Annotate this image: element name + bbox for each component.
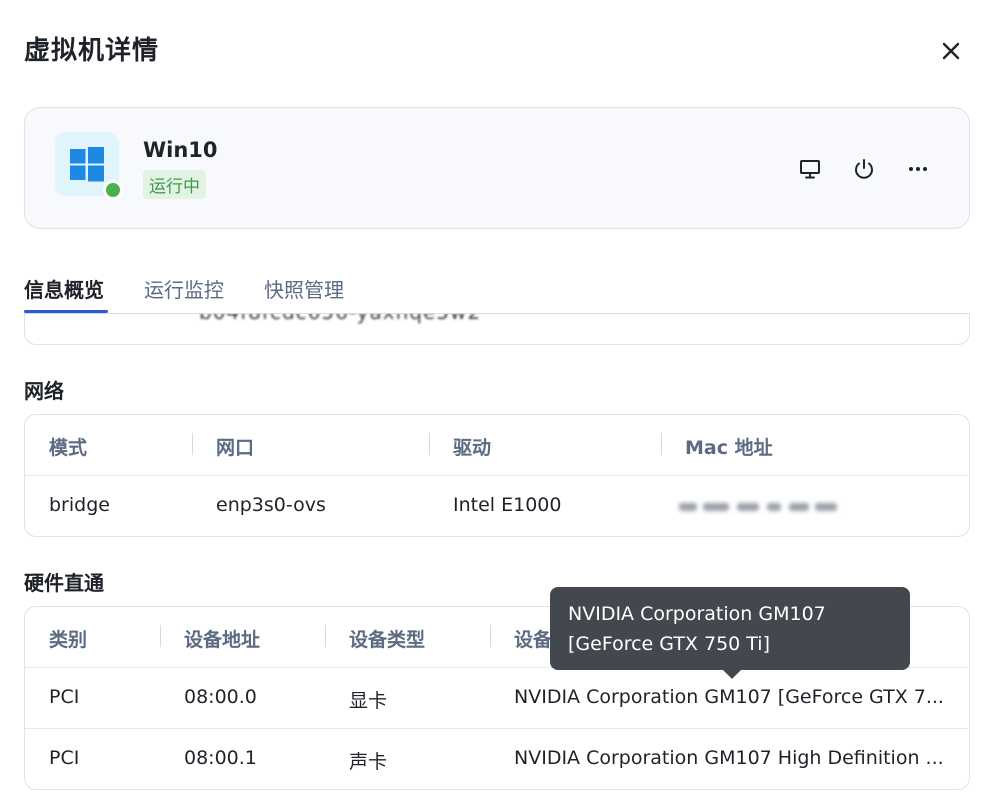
cell-device[interactable]: NVIDIA Corporation GM107 High Definition… xyxy=(514,747,954,769)
table-row: PCI 08:00.1 声卡 NVIDIA Corporation GM107 … xyxy=(25,729,969,790)
more-button[interactable] xyxy=(901,152,935,186)
col-header-category: 类别 xyxy=(49,629,88,651)
col-header-type: 设备类型 xyxy=(349,629,426,651)
tab-monitor[interactable]: 运行监控 xyxy=(144,274,224,303)
active-tab-indicator xyxy=(24,310,108,313)
cell-device[interactable]: NVIDIA Corporation GM107 [GeForce GTX 7.… xyxy=(514,686,954,708)
tooltip-arrow xyxy=(722,669,742,679)
device-name-tooltip: NVIDIA Corporation GM107 [GeForce GTX 75… xyxy=(550,587,910,670)
col-header-address: 设备地址 xyxy=(184,629,261,651)
cell-category: PCI xyxy=(49,747,80,769)
cell-mode: bridge xyxy=(49,494,110,516)
cell-address: 08:00.0 xyxy=(184,686,257,708)
vm-name: Win10 xyxy=(143,138,218,162)
col-header-port: 网口 xyxy=(216,437,255,459)
cell-type: 声卡 xyxy=(349,751,388,773)
vm-summary-card: Win10 运行中 xyxy=(24,107,970,229)
column-separator xyxy=(160,625,161,647)
col-header-device: 设备 xyxy=(514,629,553,651)
col-header-mode: 模式 xyxy=(49,437,88,459)
column-separator xyxy=(429,433,430,455)
tab-snapshots[interactable]: 快照管理 xyxy=(264,274,344,303)
table-row: PCI 08:00.0 显卡 NVIDIA Corporation GM107 … xyxy=(25,668,969,729)
column-separator xyxy=(490,625,491,647)
dialog-title: 虚拟机详情 xyxy=(24,36,160,66)
tooltip-line-1: NVIDIA Corporation GM107 xyxy=(568,603,826,625)
column-separator xyxy=(192,433,193,455)
console-button[interactable] xyxy=(793,152,827,186)
basic-info-card-partial: b04f8fcdc656-yaxnqe5w2 xyxy=(24,314,970,345)
tooltip-line-2: [GeForce GTX 750 Ti] xyxy=(568,633,770,655)
col-header-mac: Mac 地址 xyxy=(685,437,773,459)
cell-type: 显卡 xyxy=(349,690,388,712)
power-button[interactable] xyxy=(847,152,881,186)
cell-port: enp3s0-ovs xyxy=(216,494,326,516)
cell-address: 08:00.1 xyxy=(184,747,257,769)
network-table: 模式 网口 驱动 Mac 地址 bridge enp3s0-ovs Intel … xyxy=(24,414,970,537)
table-header-row: 模式 网口 驱动 Mac 地址 xyxy=(25,415,969,476)
cell-category: PCI xyxy=(49,686,80,708)
partial-id-text: b04f8fcdc656-yaxnqe5w2 xyxy=(199,314,481,324)
column-separator xyxy=(325,625,326,647)
tab-overview[interactable]: 信息概览 xyxy=(24,274,104,303)
table-row: bridge enp3s0-ovs Intel E1000 xyxy=(25,476,969,537)
status-badge: 运行中 xyxy=(143,170,206,199)
running-status-dot xyxy=(103,180,123,200)
column-separator xyxy=(661,433,662,455)
close-button[interactable] xyxy=(934,34,968,68)
detail-tabs: 信息概览 运行监控 快照管理 xyxy=(24,270,970,314)
col-header-driver: 驱动 xyxy=(453,437,492,459)
cell-driver: Intel E1000 xyxy=(453,494,562,516)
mac-address-redacted xyxy=(679,492,839,520)
power-icon xyxy=(855,159,873,179)
passthrough-section-title: 硬件直通 xyxy=(24,571,104,595)
more-icon xyxy=(909,167,927,171)
network-section-title: 网络 xyxy=(24,379,64,403)
monitor-icon xyxy=(800,160,820,179)
close-icon xyxy=(942,42,960,60)
